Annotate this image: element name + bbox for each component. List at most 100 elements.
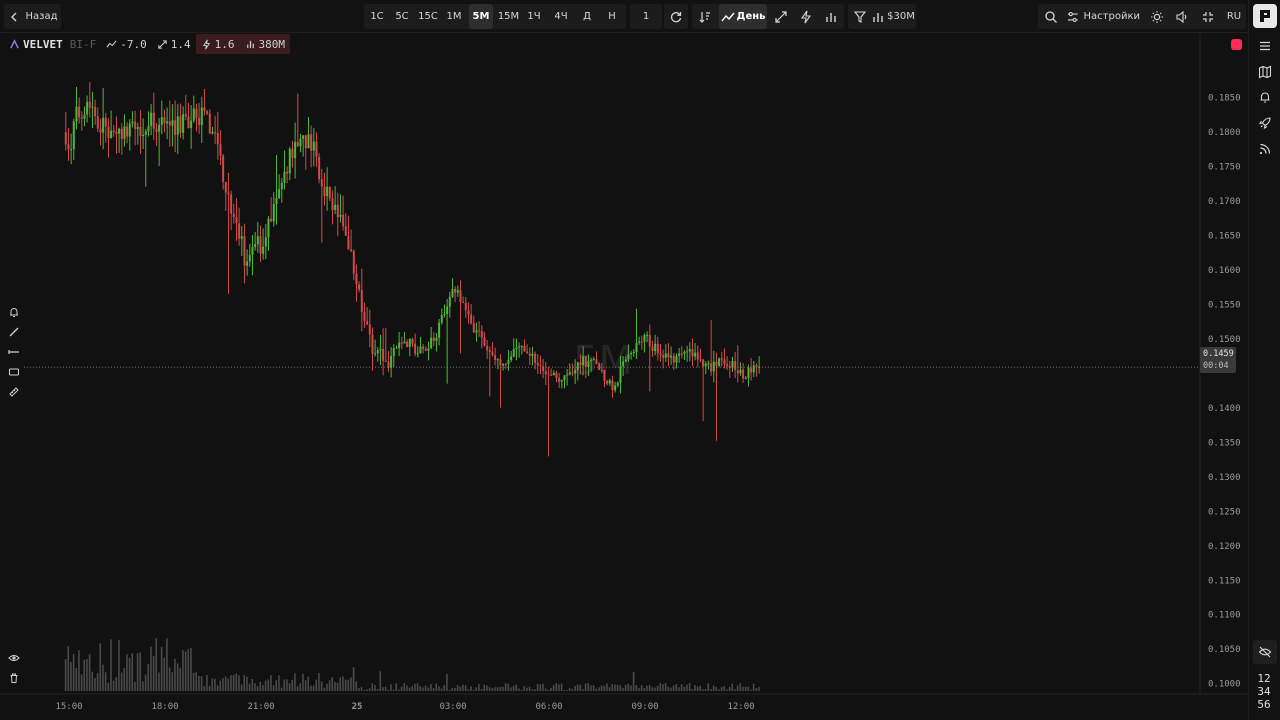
volume-bar: [224, 676, 227, 691]
settings-button[interactable]: Настройки: [1066, 4, 1140, 29]
candle-body: [694, 352, 697, 357]
horizontal-line-tool[interactable]: [4, 342, 24, 362]
ruler-tool[interactable]: [4, 382, 24, 402]
volume-bar: [656, 685, 659, 691]
candle-body: [683, 351, 686, 354]
volume-bar: [526, 687, 528, 691]
candle-body: [672, 355, 675, 363]
language-button[interactable]: RU: [1223, 4, 1245, 29]
menu-button[interactable]: [1253, 34, 1277, 58]
timeframe-5-button[interactable]: 5М: [469, 4, 493, 29]
toggle-visibility-button[interactable]: [4, 648, 24, 668]
volume-bar: [395, 683, 398, 691]
bolt-button[interactable]: [795, 4, 817, 29]
rectangle-tool[interactable]: [4, 362, 24, 382]
candle-body: [635, 342, 638, 353]
alerts-button[interactable]: [1253, 85, 1277, 109]
candle-body: [246, 261, 249, 266]
candle-body: [547, 374, 550, 376]
y-tick-label: 0.1850: [1208, 94, 1241, 104]
volume-bar: [227, 678, 230, 691]
volume-bar: [350, 677, 352, 691]
multiplier-button[interactable]: 1: [630, 4, 662, 29]
theme-button[interactable]: [1147, 4, 1167, 29]
volume-bar: [630, 685, 632, 691]
volume-bar: [86, 659, 88, 691]
volume-bar: [278, 675, 280, 691]
timeframe-2-button[interactable]: 5С: [391, 4, 413, 29]
volume-bar: [619, 685, 622, 691]
candle-body: [283, 171, 286, 183]
alert-tool[interactable]: [4, 302, 24, 322]
price-chart[interactable]: 5М 0.1850 0.1800 0.1750 0.1700 0.1650 0.1600 0.…: [0, 34, 1248, 720]
candle-body: [166, 121, 169, 124]
candle-body: [691, 349, 694, 357]
timeframe-9-button[interactable]: Д: [576, 4, 598, 29]
app-logo[interactable]: [1253, 4, 1277, 28]
candle-body: [592, 359, 595, 361]
volume-bar: [126, 654, 128, 691]
volume-bar: [72, 654, 75, 691]
chart-area[interactable]: 5М 0.1850 0.1800 0.1750 0.1700 0.1650 0.1600 0.…: [0, 34, 1248, 720]
candle-body: [712, 361, 715, 372]
volume-bar: [230, 675, 232, 691]
volume-bar: [336, 682, 339, 691]
candle-body: [688, 349, 691, 352]
period-label: День: [736, 11, 766, 22]
filter-button[interactable]: [850, 4, 870, 29]
candle-body: [536, 362, 539, 366]
candle-body: [456, 290, 459, 293]
candle-body: [659, 353, 662, 356]
trendline-tool[interactable]: [4, 322, 24, 342]
expand-button[interactable]: [770, 4, 792, 29]
volume-bar: [563, 689, 566, 691]
volume-bar: [70, 661, 72, 691]
candle-body: [75, 106, 78, 122]
timeframe-4-button[interactable]: 1М: [443, 4, 465, 29]
volume-bar: [614, 684, 616, 691]
timeframe-6-button[interactable]: 15М: [496, 4, 521, 29]
hide-panel-button[interactable]: [1253, 640, 1277, 664]
volume-bar: [155, 638, 158, 691]
rocket-button[interactable]: [1253, 111, 1277, 135]
candle-body: [291, 148, 294, 159]
delete-drawings-button[interactable]: [4, 668, 24, 688]
period-button[interactable]: День: [719, 4, 767, 29]
volume-bar: [400, 686, 403, 691]
search-button[interactable]: [1041, 4, 1061, 29]
volume-bar: [318, 673, 320, 691]
volume-bar: [734, 689, 736, 691]
timeframe-10-button[interactable]: Н: [601, 4, 623, 29]
volume-bar: [310, 685, 312, 691]
candle-body: [430, 337, 433, 349]
volume-bar: [163, 657, 166, 691]
current-price-tag: 0.1459 00:04: [1200, 347, 1236, 373]
fullscreen-button[interactable]: [1198, 4, 1218, 29]
volume-filter-button[interactable]: $30M: [871, 4, 915, 29]
volume-bar: [80, 674, 83, 691]
candle-body: [664, 353, 667, 358]
sort-button[interactable]: [694, 4, 716, 29]
candle-body: [595, 359, 598, 364]
volume-bar: [254, 682, 256, 691]
volume-bar: [694, 685, 696, 691]
candle-body: [707, 363, 710, 365]
refresh-button[interactable]: [664, 4, 688, 29]
timeframe-1-button[interactable]: 1С: [366, 4, 388, 29]
timeframe-3-button[interactable]: 15С: [416, 4, 440, 29]
candle-body: [187, 116, 190, 129]
candle-body: [288, 148, 291, 174]
bars-button[interactable]: [820, 4, 842, 29]
volume-bar: [459, 686, 462, 691]
candle-body: [424, 348, 427, 351]
timeframe-7-button[interactable]: 1Ч: [523, 4, 545, 29]
back-button[interactable]: Назад: [4, 4, 61, 29]
timeframe-8-button[interactable]: 4Ч: [549, 4, 573, 29]
feed-button[interactable]: [1253, 137, 1277, 161]
candle-body: [446, 306, 449, 315]
candle-body: [320, 179, 323, 187]
sound-button[interactable]: [1172, 4, 1192, 29]
map-button[interactable]: [1253, 60, 1277, 84]
candle-body: [96, 116, 99, 129]
volume-bar: [200, 676, 203, 691]
